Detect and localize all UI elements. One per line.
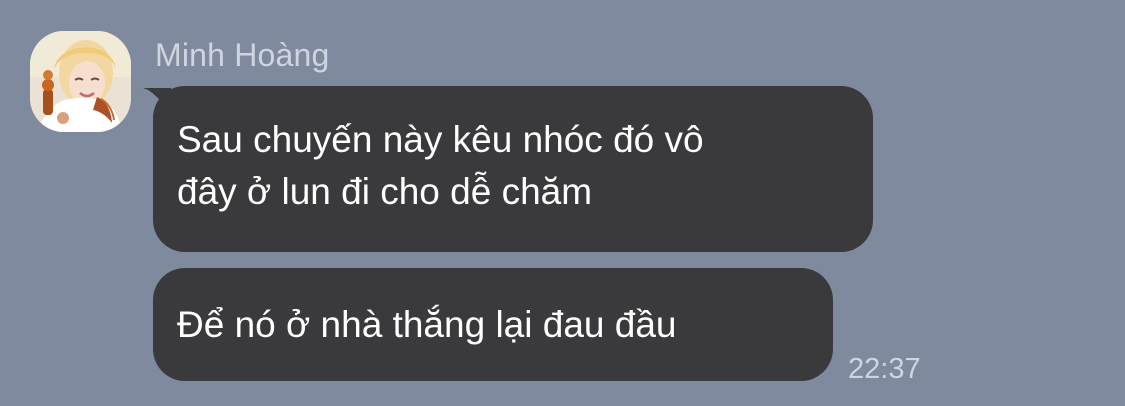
chat-thread: Minh Hoàng Sau chuyến này kêu nhóc đó vô… [0,0,1125,406]
message-bubble[interactable]: Sau chuyến này kêu nhóc đó vô đây ở lun … [153,86,873,252]
message-bubble[interactable]: Để nó ở nhà thắng lại đau đầu [153,268,833,381]
message-line: Để nó ở nhà thắng lại đau đầu [177,304,677,345]
message-timestamp: 22:37 [848,353,921,385]
avatar[interactable] [30,31,131,132]
avatar-photo-icon [30,31,131,132]
message-line: Sau chuyến này kêu nhóc đó vô [177,119,704,160]
sender-name: Minh Hoàng [155,37,330,73]
message-line: đây ở lun đi cho dễ chăm [177,171,593,212]
